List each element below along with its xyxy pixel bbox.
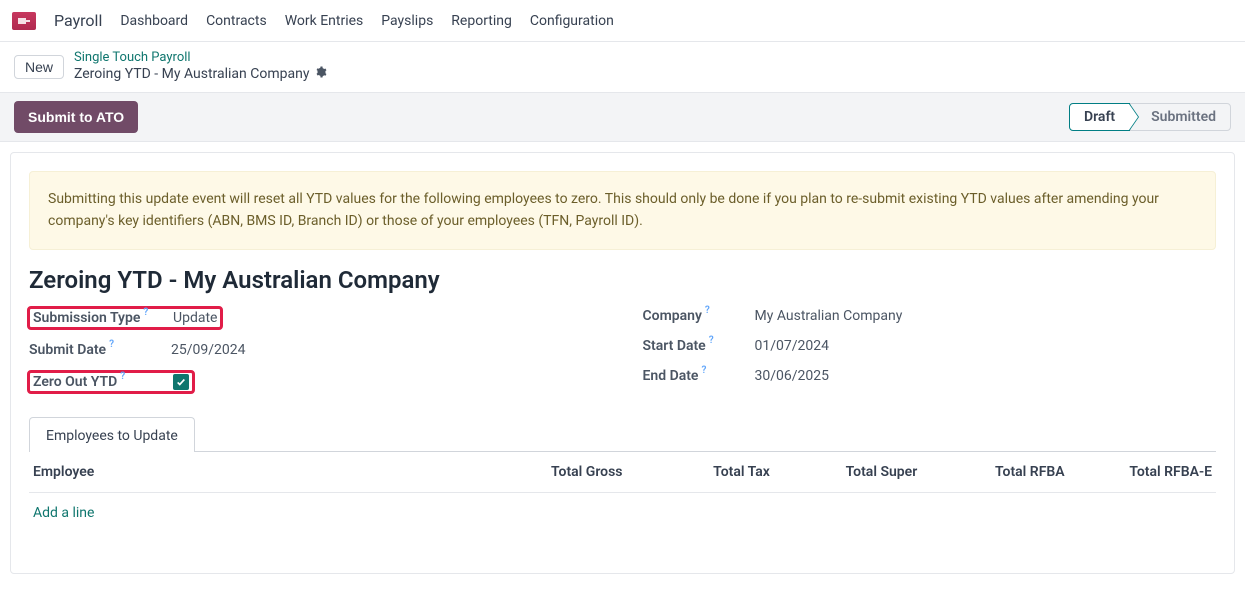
col-total-rfba-e: Total RFBA-E: [1065, 464, 1212, 480]
nav-configuration[interactable]: Configuration: [530, 13, 614, 29]
label-company: Company: [643, 308, 702, 324]
breadcrumb-bar: New Single Touch Payroll Zeroing YTD - M…: [0, 42, 1245, 92]
action-bar: Submit to ATO Draft Submitted: [0, 92, 1245, 142]
help-icon[interactable]: ?: [120, 371, 125, 382]
help-icon[interactable]: ?: [701, 365, 706, 376]
add-a-line[interactable]: Add a line: [33, 505, 94, 521]
label-start-date: Start Date: [643, 338, 706, 354]
gear-icon[interactable]: [315, 66, 327, 84]
warning-notice: Submitting this update event will reset …: [29, 171, 1216, 250]
table-header: Employee Total Gross Total Tax Total Sup…: [29, 452, 1216, 493]
page-title: Zeroing YTD - My Australian Company: [29, 266, 1216, 294]
main-panel: Submitting this update event will reset …: [10, 152, 1235, 574]
value-start-date[interactable]: 01/07/2024: [755, 338, 830, 354]
col-employee: Employee: [33, 464, 475, 480]
top-nav: Payroll Dashboard Contracts Work Entries…: [0, 0, 1245, 42]
col-total-super: Total Super: [770, 464, 917, 480]
tabs: Employees to Update Employee Total Gross…: [29, 416, 1216, 533]
tab-pane-employees: Employee Total Gross Total Tax Total Sup…: [29, 451, 1216, 533]
row-end-date: End Date ? 30/06/2025: [643, 368, 1217, 384]
help-icon[interactable]: ?: [705, 305, 710, 316]
nav-payslips[interactable]: Payslips: [381, 13, 433, 29]
form-left: Submission Type ? Update Submit Date ? 2…: [29, 308, 603, 392]
app-name: Payroll: [54, 11, 102, 30]
form-grid: Submission Type ? Update Submit Date ? 2…: [29, 308, 1216, 392]
checkbox-zero-out-ytd[interactable]: [173, 374, 189, 390]
value-submit-date[interactable]: 25/09/2024: [171, 342, 246, 358]
row-submit-date: Submit Date ? 25/09/2024: [29, 342, 603, 358]
status-draft[interactable]: Draft: [1069, 103, 1130, 131]
breadcrumb-current: Zeroing YTD - My Australian Company: [74, 66, 327, 84]
nav-contracts[interactable]: Contracts: [206, 13, 267, 29]
col-total-rfba: Total RFBA: [917, 464, 1064, 480]
table-body: Add a line: [29, 493, 1216, 533]
label-submission-type: Submission Type: [33, 310, 140, 326]
help-icon[interactable]: ?: [109, 339, 114, 350]
row-start-date: Start Date ? 01/07/2024: [643, 338, 1217, 354]
col-total-tax: Total Tax: [623, 464, 770, 480]
row-submission-type: Submission Type ? Update: [29, 308, 603, 328]
nav-work-entries[interactable]: Work Entries: [285, 13, 364, 29]
breadcrumb-current-text: Zeroing YTD - My Australian Company: [74, 66, 309, 84]
col-total-gross: Total Gross: [475, 464, 622, 480]
form-right: Company ? My Australian Company Start Da…: [643, 308, 1217, 392]
breadcrumb: Single Touch Payroll Zeroing YTD - My Au…: [74, 50, 327, 84]
status-submitted[interactable]: Submitted: [1130, 103, 1231, 131]
help-icon[interactable]: ?: [709, 335, 714, 346]
breadcrumb-parent[interactable]: Single Touch Payroll: [74, 50, 327, 66]
label-submit-date: Submit Date: [29, 342, 106, 358]
label-zero-out-ytd: Zero Out YTD: [33, 374, 117, 390]
tab-employees-to-update[interactable]: Employees to Update: [29, 417, 195, 452]
label-end-date: End Date: [643, 368, 699, 384]
value-company[interactable]: My Australian Company: [755, 308, 903, 324]
status-track: Draft Submitted: [1069, 103, 1231, 131]
help-icon[interactable]: ?: [143, 307, 148, 318]
new-button[interactable]: New: [14, 55, 64, 79]
nav-reporting[interactable]: Reporting: [451, 13, 512, 29]
nav-dashboard[interactable]: Dashboard: [120, 13, 188, 29]
row-company: Company ? My Australian Company: [643, 308, 1217, 324]
value-submission-type[interactable]: Update: [173, 310, 217, 326]
app-logo-icon: [12, 12, 36, 30]
row-zero-out-ytd: Zero Out YTD ?: [29, 372, 603, 392]
submit-to-ato-button[interactable]: Submit to ATO: [14, 101, 138, 133]
value-end-date[interactable]: 30/06/2025: [755, 368, 830, 384]
